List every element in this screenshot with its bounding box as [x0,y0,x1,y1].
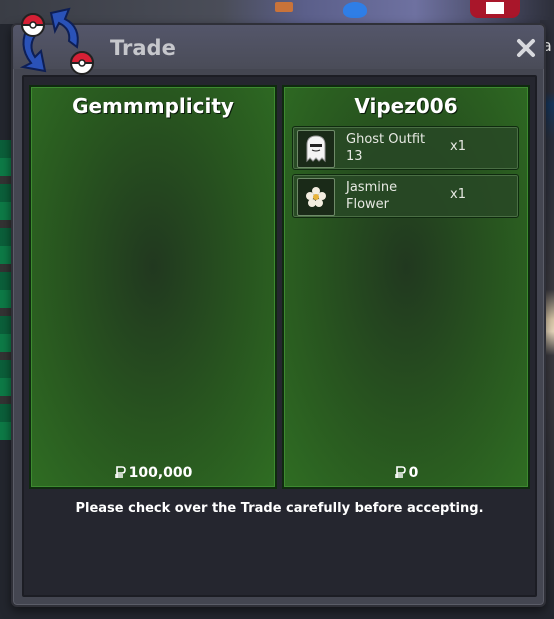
money-right: 0 [284,465,528,481]
trade-item-row[interactable]: Ghost Outfit 13 x1 [292,126,519,170]
item-quantity: x1 [450,139,466,154]
world-sprite [343,2,367,18]
trade-item-row[interactable]: Jasmine Flower x1 [292,174,519,218]
item-quantity: x1 [450,187,466,202]
window-title: Trade [110,36,176,60]
ghost-outfit-icon [297,130,335,168]
my-offer-panel: Gemmmplicity 100,000 [29,85,277,489]
close-button[interactable] [515,37,537,59]
money-left[interactable]: 100,000 [31,465,275,481]
trade-arrows-icon [19,7,95,75]
money-amount-left: 100,000 [128,465,193,481]
pokedollar-icon [114,466,126,478]
world-sprite [275,2,293,12]
pokedollar-icon [394,466,406,478]
their-offer-panel: Vipez006 Ghost Outfit 13 x1 Jasmine Flow… [282,85,530,489]
money-amount-right: 0 [408,465,419,481]
item-name: Jasmine Flower [346,180,398,212]
world-sprite [470,0,520,18]
game-screen: a Trade Gemmmplicity 100,000 Vipez006 Gh… [0,0,554,619]
trade-window: Trade Gemmmplicity 100,000 Vipez006 Ghos… [11,7,546,607]
trade-content: Gemmmplicity 100,000 Vipez006 Ghost Outf… [22,75,537,597]
player-name-left: Gemmmplicity [72,94,234,118]
item-name: Ghost Outfit 13 [346,132,426,164]
close-icon [517,39,535,57]
trade-instruction: Please check over the Trade carefully be… [75,501,484,516]
jasmine-flower-icon [297,178,335,216]
player-name-right: Vipez006 [354,94,458,118]
